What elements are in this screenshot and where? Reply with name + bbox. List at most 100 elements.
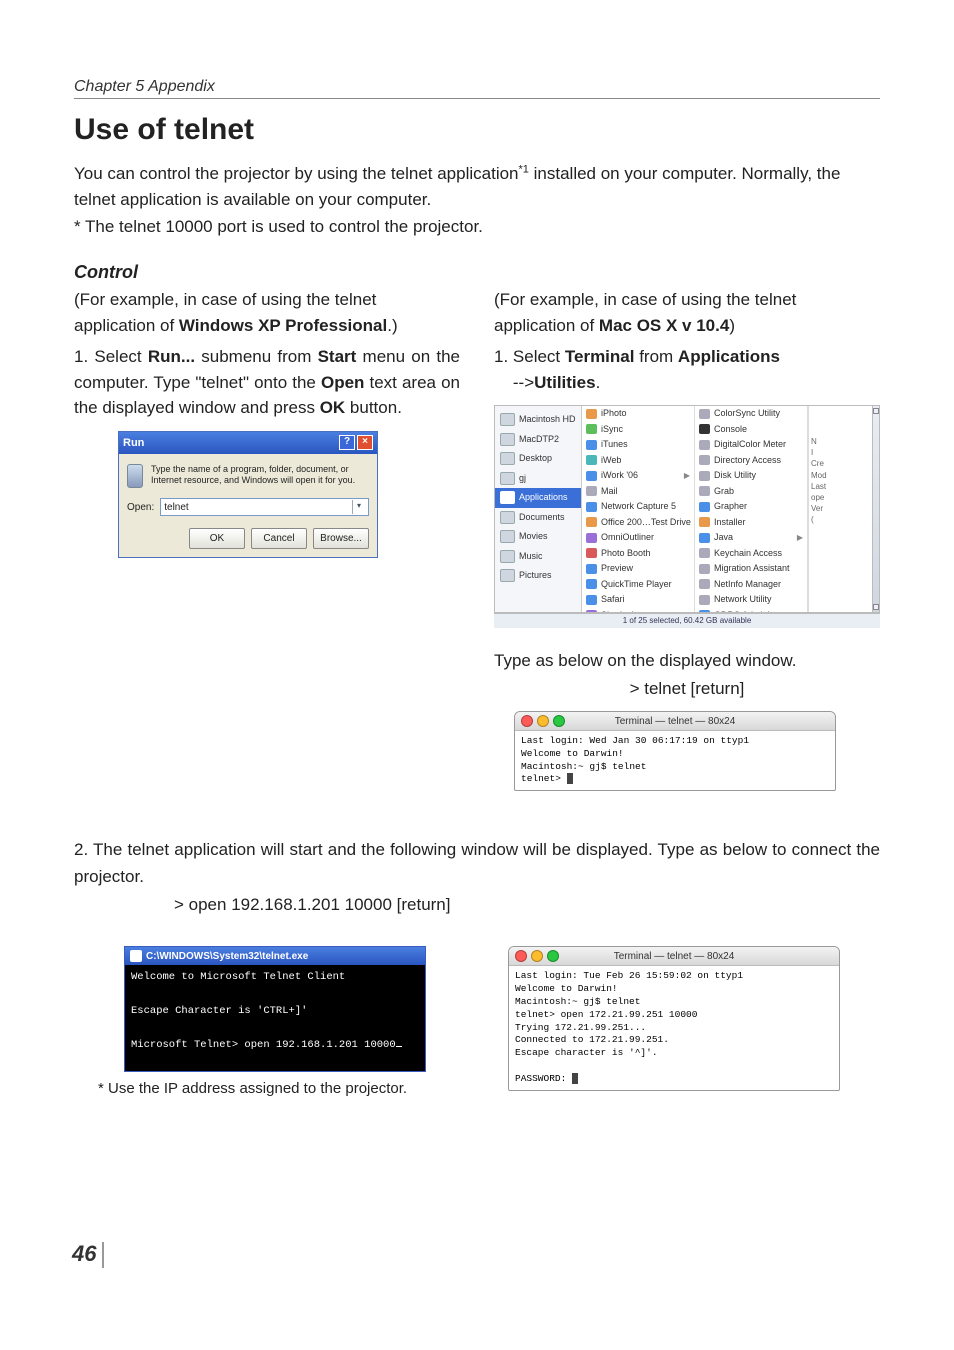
terminal-body[interactable]: Last login: Tue Feb 26 15:59:02 on ttyp1… — [509, 966, 839, 1089]
list-item[interactable]: Network Utility — [695, 592, 807, 608]
list-item-label: Grapher — [714, 500, 747, 514]
finder-preview-cut: NICreModLast opeVer( — [808, 406, 843, 612]
terminal-title: Terminal — telnet — 80x24 — [614, 951, 735, 962]
folder-icon — [500, 569, 515, 582]
list-item[interactable]: Photo Booth — [582, 546, 694, 562]
close-icon[interactable]: × — [357, 435, 373, 450]
preview-fragment: N — [811, 436, 841, 447]
list-item[interactable]: iTunes — [582, 437, 694, 453]
minimize-icon[interactable] — [537, 715, 549, 727]
run-open-value: telnet — [164, 500, 188, 515]
sidebar-item[interactable]: gj — [495, 469, 581, 489]
step-2-cmd: > open 192.168.1.201 10000 [return] — [174, 892, 880, 918]
list-item[interactable]: NetInfo Manager — [695, 577, 807, 593]
left-column: (For example, in case of using the telne… — [74, 287, 460, 791]
list-item-label: Grab — [714, 485, 734, 499]
list-item[interactable]: Mail — [582, 484, 694, 500]
sidebar-item-label: Movies — [519, 530, 548, 544]
list-item[interactable]: Network Capture 5 — [582, 499, 694, 515]
browse-button[interactable]: Browse... — [313, 528, 369, 549]
terminal-body[interactable]: Last login: Wed Jan 30 06:17:19 on ttyp1… — [515, 731, 835, 790]
list-item[interactable]: Grapher — [695, 499, 807, 515]
list-item[interactable]: Directory Access — [695, 453, 807, 469]
sidebar-item-label: MacDTP2 — [519, 433, 559, 447]
list-item[interactable]: Preview — [582, 561, 694, 577]
finder-scrollbar[interactable] — [872, 406, 879, 612]
help-icon[interactable]: ? — [339, 435, 355, 450]
list-item-label: Sherlock — [601, 609, 636, 613]
chevron-down-icon[interactable]: ▾ — [352, 500, 365, 514]
app-icon — [699, 595, 710, 605]
list-item[interactable]: OmniOutliner — [582, 530, 694, 546]
folder-icon — [500, 491, 515, 504]
cursor-icon — [567, 773, 573, 784]
scroll-down-icon[interactable] — [873, 604, 879, 610]
app-icon — [586, 424, 597, 434]
cmd-body[interactable]: Welcome to Microsoft Telnet Client Escap… — [125, 965, 425, 1071]
preview-fragment: Mod — [811, 470, 841, 481]
sidebar-item[interactable]: Desktop — [495, 449, 581, 469]
list-item-label: iWork '06 — [601, 469, 638, 483]
list-item[interactable]: Sherlock — [582, 608, 694, 613]
scroll-up-icon[interactable] — [873, 408, 879, 414]
zoom-icon[interactable] — [547, 950, 559, 962]
minimize-icon[interactable] — [531, 950, 543, 962]
type-below-text: Type as below on the displayed window. — [494, 648, 880, 674]
cancel-button[interactable]: Cancel — [251, 528, 307, 549]
sidebar-item[interactable]: Applications — [495, 488, 581, 508]
list-item[interactable]: iWork '06▶ — [582, 468, 694, 484]
step-2-text: 2. The telnet application will start and… — [74, 837, 880, 918]
zoom-icon[interactable] — [553, 715, 565, 727]
sidebar-item[interactable]: Music — [495, 547, 581, 567]
list-item[interactable]: iPhoto — [582, 406, 694, 422]
sidebar-item[interactable]: Pictures — [495, 566, 581, 586]
list-item[interactable]: DigitalColor Meter — [695, 437, 807, 453]
list-item[interactable]: Keychain Access — [695, 546, 807, 562]
sidebar-item[interactable]: Movies — [495, 527, 581, 547]
list-item[interactable]: Grab — [695, 484, 807, 500]
list-item[interactable]: Disk Utility — [695, 468, 807, 484]
app-icon — [586, 564, 597, 574]
page-number: 46 — [72, 1241, 104, 1268]
sidebar-item[interactable]: MacDTP2 — [495, 430, 581, 450]
app-icon — [586, 440, 597, 450]
list-item[interactable]: Java▶ — [695, 530, 807, 546]
app-icon — [699, 564, 710, 574]
list-item[interactable]: Migration Assistant — [695, 561, 807, 577]
terminal-window-2: Terminal — telnet — 80x24 Last login: Tu… — [508, 946, 840, 1090]
list-item-label: Keychain Access — [714, 547, 782, 561]
list-item-label: ColorSync Utility — [714, 407, 780, 421]
list-item[interactable]: ODBC Administrator — [695, 608, 807, 613]
folder-icon — [500, 433, 515, 446]
app-icon — [699, 517, 710, 527]
app-icon — [586, 455, 597, 465]
list-item[interactable]: iWeb — [582, 453, 694, 469]
list-item[interactable]: Console — [695, 422, 807, 438]
run-open-input[interactable]: telnet ▾ — [160, 498, 369, 516]
list-item-label: QuickTime Player — [601, 578, 672, 592]
app-icon — [699, 471, 710, 481]
footnote: * Use the IP address assigned to the pro… — [98, 1080, 474, 1097]
list-item-label: Mail — [601, 485, 618, 499]
app-icon — [586, 579, 597, 589]
ok-button[interactable]: OK — [189, 528, 245, 549]
page-title: Use of telnet — [74, 113, 880, 147]
preview-fragment: ( — [811, 514, 841, 525]
list-item[interactable]: ColorSync Utility — [695, 406, 807, 422]
list-item-label: Installer — [714, 516, 746, 530]
app-icon — [699, 579, 710, 589]
close-icon[interactable] — [515, 950, 527, 962]
list-item[interactable]: QuickTime Player — [582, 577, 694, 593]
sidebar-item[interactable]: Macintosh HD — [495, 410, 581, 430]
chevron-right-icon: ▶ — [797, 532, 803, 544]
close-icon[interactable] — [521, 715, 533, 727]
preview-fragment: I — [811, 447, 841, 458]
list-item[interactable]: Installer — [695, 515, 807, 531]
list-item[interactable]: Office 200…Test Drive▶ — [582, 515, 694, 531]
folder-icon — [500, 413, 515, 426]
finder-column-utilities: ColorSync UtilityConsoleDigitalColor Met… — [695, 406, 808, 612]
list-item[interactable]: Safari — [582, 592, 694, 608]
list-item-label: ODBC Administrator — [714, 609, 795, 613]
sidebar-item[interactable]: Documents — [495, 508, 581, 528]
list-item[interactable]: iSync — [582, 422, 694, 438]
